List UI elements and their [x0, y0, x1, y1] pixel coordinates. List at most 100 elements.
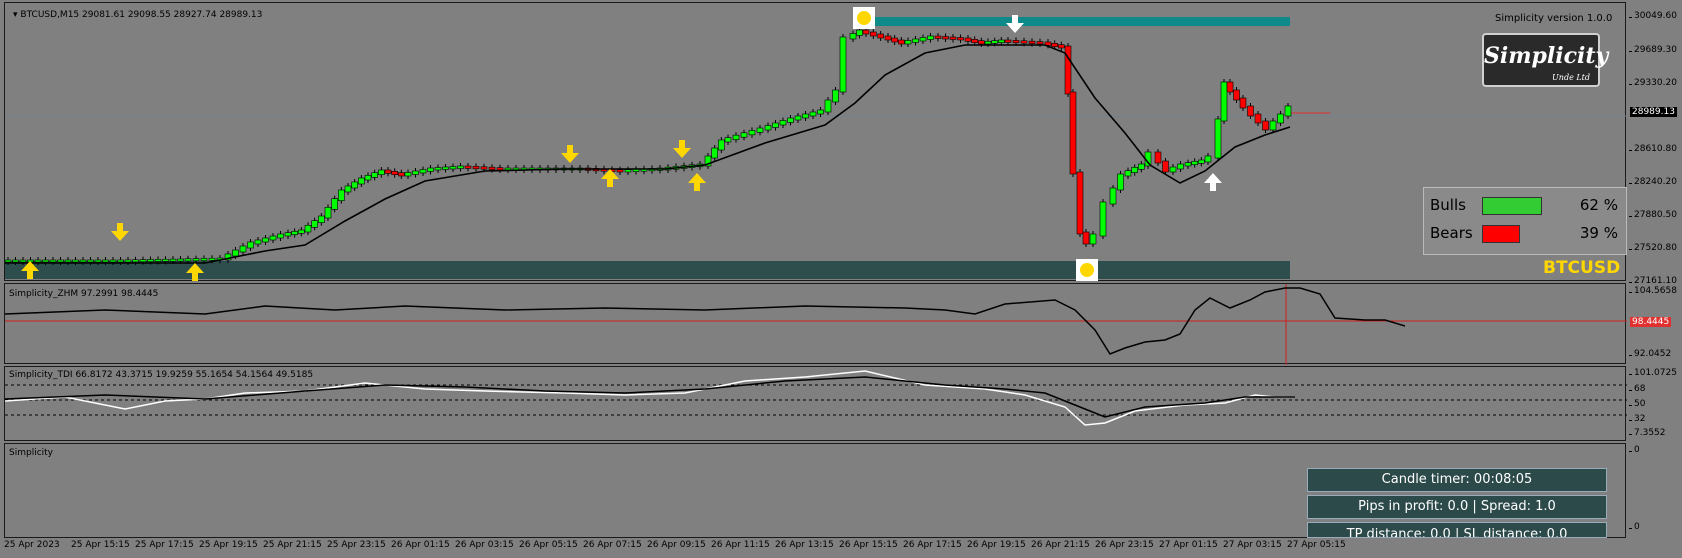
time-tick: 26 Apr 05:15 [519, 540, 578, 550]
sell-arrow-icon [561, 145, 579, 163]
simplicity-axis[interactable]: 0 0 [1629, 443, 1682, 538]
price-axis[interactable]: 30049.60 29689.30 29330.20 28610.80 2824… [1629, 2, 1682, 286]
candle-body [824, 99, 832, 113]
time-tick: 26 Apr 13:15 [775, 540, 834, 550]
candle-body [488, 166, 496, 170]
candle-body [64, 259, 72, 263]
time-tick: 26 Apr 09:15 [647, 540, 706, 550]
simplicity-logo: Simplicity Unde Ltd [1482, 33, 1608, 87]
candle-body [849, 33, 857, 40]
candle-body [49, 259, 57, 263]
candle-body [1154, 151, 1162, 164]
bulls-percent: 62 % [1579, 196, 1618, 214]
chart-ohlc: 29081.61 29098.55 28927.74 28989.13 [82, 10, 263, 20]
candle-body [331, 198, 338, 210]
bears-label: Bears [1430, 224, 1473, 242]
candle-body [284, 232, 292, 237]
candle-body [344, 185, 352, 193]
candle-body [412, 170, 419, 175]
tdi-tick: 50 [1628, 399, 1646, 409]
moving-average-line [5, 44, 1291, 264]
candle-body [154, 259, 162, 262]
price-tick: 29689.30 [1629, 45, 1677, 55]
buy-arrow-icon [1204, 173, 1222, 191]
candle-body [1284, 105, 1292, 117]
candle-body [1036, 41, 1044, 45]
candle-body [919, 37, 927, 42]
time-tick: 25 Apr 23:15 [327, 540, 386, 550]
candle-body [1204, 155, 1212, 163]
candle-body [232, 249, 239, 257]
candle-body [184, 258, 192, 262]
time-tick: 25 Apr 15:15 [71, 540, 130, 550]
time-tick: 25 Apr 19:15 [199, 540, 258, 550]
tdi-pane[interactable]: Simplicity_TDI 66.8172 43.3715 19.9259 5… [4, 366, 1627, 441]
candle-body [1012, 40, 1020, 44]
candle-body [1099, 201, 1107, 237]
candle-body [1138, 163, 1145, 170]
candle-body [442, 166, 449, 170]
sell-arrow-icon [673, 140, 691, 158]
candle-body [124, 259, 132, 263]
candle-body [978, 40, 985, 45]
candle-body [787, 117, 794, 123]
zhm-canvas [5, 284, 1627, 365]
candle-body [927, 35, 934, 40]
tdi-label: Simplicity_TDI 66.8172 43.3715 19.9259 5… [9, 370, 314, 380]
candle-body [269, 235, 277, 241]
candle-body [891, 37, 898, 43]
candle-body [1184, 162, 1192, 167]
tdi-axis[interactable]: 101.0725 68 50 32 7.3552 [1628, 366, 1682, 441]
candle-body [877, 33, 884, 39]
tdi-tick: 101.0725 [1629, 368, 1677, 378]
candle-body [1162, 160, 1169, 173]
candle-body [139, 259, 147, 263]
candle-body [1254, 113, 1262, 124]
candle-body [779, 120, 787, 126]
candle-body [949, 36, 957, 40]
candle-body [748, 130, 756, 136]
candle-body [351, 181, 358, 189]
candle-body [998, 39, 1005, 43]
price-tick: 28610.80 [1629, 144, 1677, 154]
candle-body [1191, 161, 1198, 165]
candle-body [1076, 171, 1084, 235]
time-tick: 26 Apr 15:15 [839, 540, 898, 550]
menu-triangle-icon[interactable]: ▾ [13, 10, 18, 20]
symbol-label: BTCUSD [1543, 258, 1621, 278]
candle-body [109, 259, 117, 263]
time-tick: 27 Apr 01:15 [1159, 540, 1218, 550]
candle-body [1198, 159, 1205, 164]
main-chart-pane[interactable]: ▾ BTCUSD,M15 29081.61 29098.55 28927.74 … [4, 2, 1627, 281]
candle-body [472, 166, 480, 170]
pips-spread-box: Pips in profit: 0.0 | Spread: 1.0 [1307, 495, 1607, 519]
time-tick: 26 Apr 07:15 [583, 540, 642, 550]
candle-body [311, 220, 318, 228]
zhm-pane[interactable]: Simplicity_ZHM 97.2991 98.4445 [4, 283, 1627, 365]
price-chart-canvas [5, 7, 1627, 281]
tdi-tick: 7.3552 [1629, 428, 1666, 438]
candle-body [262, 237, 269, 243]
candle-body [87, 259, 94, 263]
chart-symbol: BTCUSD,M15 [20, 10, 80, 20]
candle-body [192, 258, 200, 262]
simplicity-tick: 0 [1629, 445, 1640, 455]
candle-body [277, 233, 284, 239]
candle-body [1020, 40, 1028, 44]
candle-body [147, 259, 154, 262]
candle-body [856, 29, 863, 36]
candle-body [398, 172, 405, 177]
time-tick: 25 Apr 2023 [4, 540, 60, 550]
candle-body [1226, 81, 1234, 93]
candle-body [324, 207, 332, 219]
candle-body [371, 172, 378, 178]
signal-dot-icon [1080, 263, 1094, 277]
candle-body [1089, 233, 1097, 245]
candle-body [464, 165, 472, 169]
zhm-tick: 92.0452 [1628, 349, 1672, 359]
candle-body [991, 40, 998, 44]
logo-subtext: Unde Ltd [1552, 73, 1590, 82]
candle-body [391, 171, 398, 175]
candle-body [117, 259, 124, 263]
time-axis[interactable]: 25 Apr 2023 25 Apr 15:15 25 Apr 17:15 25 Ap… [4, 538, 1626, 558]
